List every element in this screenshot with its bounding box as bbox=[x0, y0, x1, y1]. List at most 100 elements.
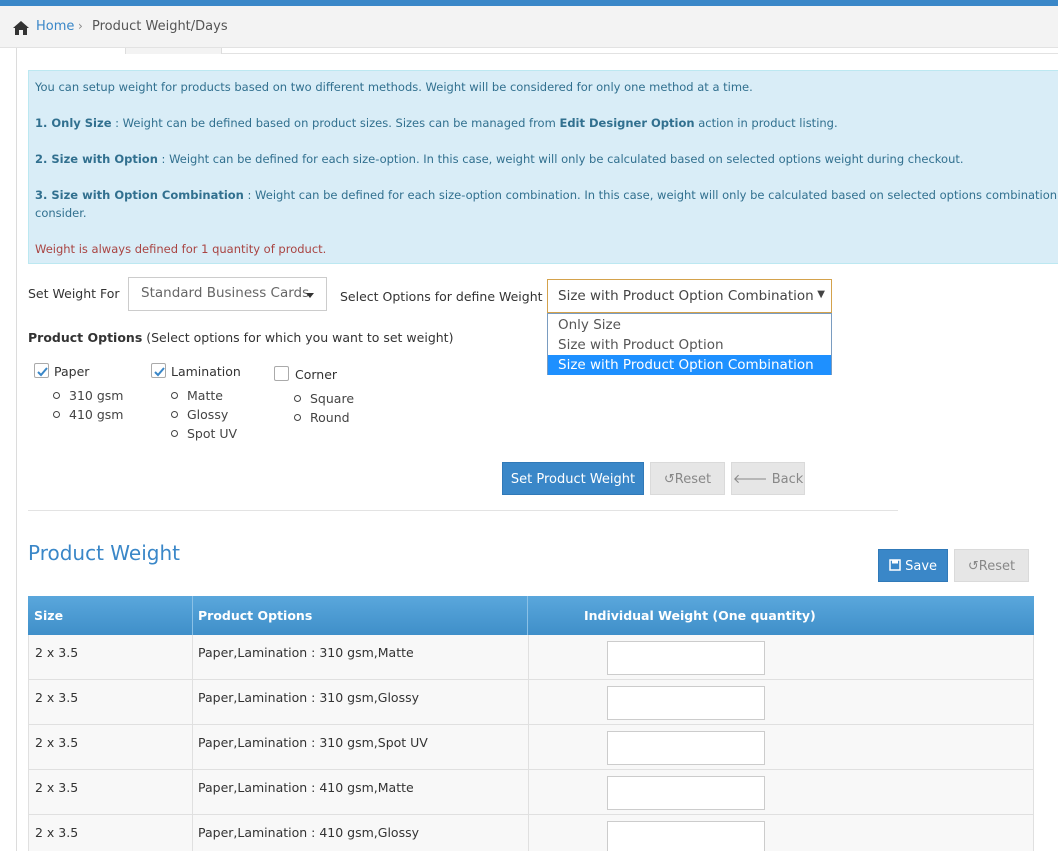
cell-options: Paper,Lamination : 310 gsm,Spot UV bbox=[198, 735, 428, 750]
cell-options: Paper,Lamination : 410 gsm,Glossy bbox=[198, 825, 419, 840]
lamination-label: Lamination bbox=[171, 364, 241, 379]
undo-icon: ↺ bbox=[967, 559, 979, 574]
lamination-option-matte: Matte bbox=[187, 388, 223, 403]
info-item-only-size: 1. Only Size : Weight can be defined bas… bbox=[35, 116, 838, 130]
info-item1-text: : Weight can be defined based on product… bbox=[111, 116, 560, 130]
table-row: 2 x 3.5 Paper,Lamination : 410 gsm,Gloss… bbox=[28, 815, 1034, 851]
save-button[interactable]: Save bbox=[878, 549, 948, 582]
column-header-product-options: Product Options bbox=[192, 596, 528, 635]
set-product-weight-button[interactable]: Set Product Weight bbox=[502, 462, 644, 495]
info-item1-title: 1. Only Size bbox=[35, 116, 112, 130]
corner-label: Corner bbox=[295, 367, 338, 382]
weight-input[interactable] bbox=[607, 821, 765, 851]
table-header: Size Product Options Individual Weight (… bbox=[28, 596, 1034, 635]
paper-option-410gsm: 410 gsm bbox=[69, 407, 124, 422]
info-item2-text: : Weight can be defined for each size-op… bbox=[157, 152, 964, 166]
weight-input[interactable] bbox=[607, 731, 765, 765]
dropdown-option-only-size[interactable]: Only Size bbox=[548, 315, 831, 335]
bullet-icon bbox=[53, 411, 60, 418]
info-item3-title: 3. Size with Option Combination bbox=[35, 188, 244, 202]
lamination-option-spot-uv: Spot UV bbox=[187, 426, 238, 441]
column-header-weight: Individual Weight (One quantity) bbox=[584, 608, 816, 623]
info-item2-title: 2. Size with Option bbox=[35, 152, 158, 166]
dropdown-arrow-icon: ▼ bbox=[817, 289, 825, 300]
cell-size: 2 x 3.5 bbox=[35, 735, 79, 750]
table-row: 2 x 3.5 Paper,Lamination : 410 gsm,Matte bbox=[28, 770, 1034, 815]
breadcrumb: Home › Product Weight/Days bbox=[0, 6, 1058, 48]
info-alert: You can setup weight for products based … bbox=[28, 70, 1058, 264]
column-divider bbox=[192, 770, 193, 815]
reset-button-label: Reset bbox=[674, 472, 712, 487]
caret-down-icon bbox=[306, 293, 314, 298]
home-icon[interactable] bbox=[12, 20, 30, 36]
bullet-icon bbox=[171, 392, 178, 399]
section-title: Product Weight bbox=[28, 541, 180, 565]
cell-size: 2 x 3.5 bbox=[35, 645, 79, 660]
column-divider bbox=[192, 635, 193, 680]
floppy-disk-icon bbox=[889, 559, 905, 574]
set-weight-for-label: Set Weight For bbox=[28, 286, 120, 301]
breadcrumb-home-link[interactable]: Home bbox=[36, 19, 74, 34]
info-item3-continued: consider. bbox=[35, 206, 87, 220]
paper-option-310gsm: 310 gsm bbox=[69, 388, 124, 403]
cell-options: Paper,Lamination : 410 gsm,Matte bbox=[198, 780, 414, 795]
reset-button[interactable]: ↺Reset bbox=[650, 462, 725, 495]
paper-label: Paper bbox=[54, 364, 90, 379]
weight-method-value: Size with Product Option Combination bbox=[558, 288, 814, 304]
column-divider bbox=[528, 725, 529, 770]
left-border bbox=[16, 48, 17, 851]
weight-method-dropdown: Only Size Size with Product Option Size … bbox=[547, 313, 832, 375]
info-item-size-combination: 3. Size with Option Combination : Weight… bbox=[35, 188, 1058, 202]
lamination-option-glossy: Glossy bbox=[187, 407, 229, 422]
column-divider bbox=[528, 770, 529, 815]
bullet-icon bbox=[171, 430, 178, 437]
info-item3-text: : Weight can be defined for each size-op… bbox=[243, 188, 1058, 202]
cell-options: Paper,Lamination : 310 gsm,Glossy bbox=[198, 690, 419, 705]
arrow-left-icon: 🡐 bbox=[732, 472, 772, 487]
table-row: 2 x 3.5 Paper,Lamination : 310 gsm,Matte bbox=[28, 635, 1034, 680]
bullet-icon bbox=[53, 392, 60, 399]
info-warning: Weight is always defined for 1 quantity … bbox=[35, 242, 327, 256]
corner-checkbox[interactable] bbox=[274, 366, 289, 381]
column-divider bbox=[528, 680, 529, 725]
select-options-label: Select Options for define Weight bbox=[340, 289, 543, 304]
cell-size: 2 x 3.5 bbox=[35, 690, 79, 705]
column-header-size: Size bbox=[28, 596, 193, 635]
paper-checkbox[interactable] bbox=[34, 363, 49, 378]
weight-method-select[interactable]: Size with Product Option Combination ▼ bbox=[547, 279, 832, 313]
corner-option-round: Round bbox=[310, 410, 350, 425]
cell-size: 2 x 3.5 bbox=[35, 825, 79, 840]
reset-table-button[interactable]: ↺Reset bbox=[954, 549, 1029, 582]
info-item1-text-end: action in product listing. bbox=[694, 116, 838, 130]
check-icon bbox=[37, 367, 48, 377]
table-row: 2 x 3.5 Paper,Lamination : 310 gsm,Spot … bbox=[28, 725, 1034, 770]
back-button[interactable]: 🡐 Back bbox=[731, 462, 805, 495]
divider bbox=[28, 510, 898, 511]
column-divider bbox=[528, 815, 529, 851]
info-intro: You can setup weight for products based … bbox=[35, 80, 753, 94]
product-options-hint: (Select options for which you want to se… bbox=[142, 330, 454, 345]
product-select[interactable]: Standard Business Cards bbox=[128, 277, 327, 311]
table-row: 2 x 3.5 Paper,Lamination : 310 gsm,Gloss… bbox=[28, 680, 1034, 725]
column-divider bbox=[528, 635, 529, 680]
back-button-label: Back bbox=[771, 472, 804, 487]
dropdown-option-size-combination[interactable]: Size with Product Option Combination bbox=[548, 355, 831, 375]
weight-input[interactable] bbox=[607, 641, 765, 675]
product-options-heading: Product Options (Select options for whic… bbox=[28, 330, 453, 345]
info-item1-link: Edit Designer Option bbox=[559, 116, 695, 130]
lamination-checkbox[interactable] bbox=[151, 363, 166, 378]
cell-options: Paper,Lamination : 310 gsm,Matte bbox=[198, 645, 414, 660]
bullet-icon bbox=[294, 395, 301, 402]
bullet-icon bbox=[171, 411, 178, 418]
weight-input[interactable] bbox=[607, 686, 765, 720]
dropdown-option-size-product-option[interactable]: Size with Product Option bbox=[548, 335, 831, 355]
undo-icon: ↺ bbox=[663, 472, 675, 487]
corner-option-square: Square bbox=[310, 391, 355, 406]
cell-size: 2 x 3.5 bbox=[35, 780, 79, 795]
breadcrumb-current: Product Weight/Days bbox=[92, 19, 228, 34]
column-divider bbox=[192, 725, 193, 770]
weight-input[interactable] bbox=[607, 776, 765, 810]
check-icon bbox=[154, 367, 165, 377]
column-divider bbox=[192, 815, 193, 851]
product-options-label: Product Options bbox=[28, 330, 143, 345]
